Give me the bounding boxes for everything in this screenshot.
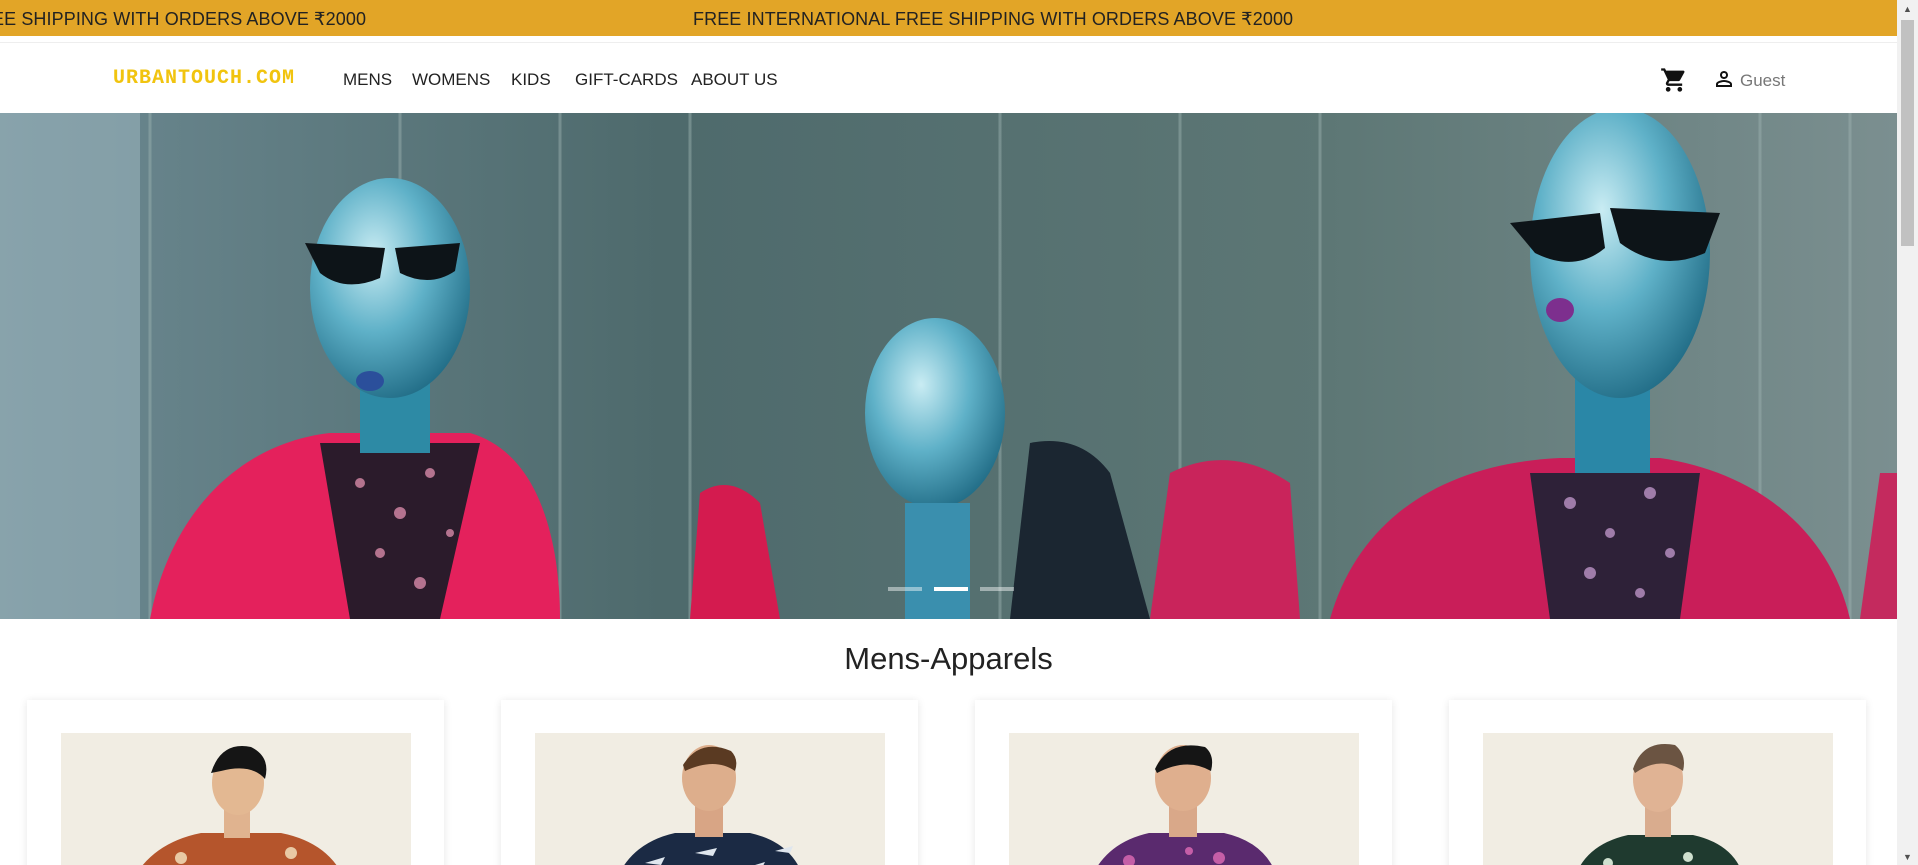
product-image bbox=[1483, 733, 1833, 865]
announcement-text-left: EE SHIPPING WITH ORDERS ABOVE ₹2000 bbox=[0, 9, 367, 29]
product-card[interactable] bbox=[27, 700, 444, 865]
product-image bbox=[1009, 733, 1359, 865]
site-logo[interactable]: URBANTOUCH.COM bbox=[113, 67, 295, 90]
user-label: Guest bbox=[1740, 71, 1786, 90]
carousel-indicator-3[interactable] bbox=[980, 587, 1014, 591]
shopping-cart-icon[interactable] bbox=[1660, 66, 1688, 94]
nav-link-gift-cards[interactable]: GIFT-CARDS bbox=[575, 70, 678, 90]
carousel-indicator-2[interactable] bbox=[934, 587, 968, 591]
scroll-down-arrow-icon[interactable]: ▼ bbox=[1897, 848, 1918, 865]
announcement-bar: EE SHIPPING WITH ORDERS ABOVE ₹2000 FREE… bbox=[0, 0, 1897, 36]
carousel-indicator-1[interactable] bbox=[888, 587, 922, 591]
user-account-button[interactable]: Guest bbox=[1712, 67, 1785, 95]
scrollbar-thumb[interactable] bbox=[1901, 20, 1914, 246]
product-card[interactable] bbox=[1449, 700, 1866, 865]
hero-banner-image bbox=[0, 113, 1897, 619]
nav-link-mens[interactable]: MENS bbox=[343, 70, 392, 90]
hero-carousel[interactable] bbox=[0, 113, 1897, 619]
person-icon bbox=[1712, 67, 1736, 96]
product-image bbox=[535, 733, 885, 865]
product-card[interactable] bbox=[975, 700, 1392, 865]
site-navbar: URBANTOUCH.COM MENS WOMENS KIDS GIFT-CAR… bbox=[0, 42, 1897, 113]
nav-link-about-us[interactable]: ABOUT US bbox=[691, 70, 778, 90]
page-scrollbar[interactable]: ▲ ▼ bbox=[1897, 0, 1918, 865]
announcement-text-main: FREE INTERNATIONAL FREE SHIPPING WITH OR… bbox=[693, 9, 1294, 29]
scroll-up-arrow-icon[interactable]: ▲ bbox=[1897, 0, 1918, 17]
section-title: Mens-Apparels bbox=[844, 641, 1053, 676]
nav-link-kids[interactable]: KIDS bbox=[511, 70, 551, 90]
product-image bbox=[61, 733, 411, 865]
nav-link-womens[interactable]: WOMENS bbox=[412, 70, 490, 90]
carousel-indicators bbox=[888, 587, 1014, 591]
product-card[interactable] bbox=[501, 700, 918, 865]
